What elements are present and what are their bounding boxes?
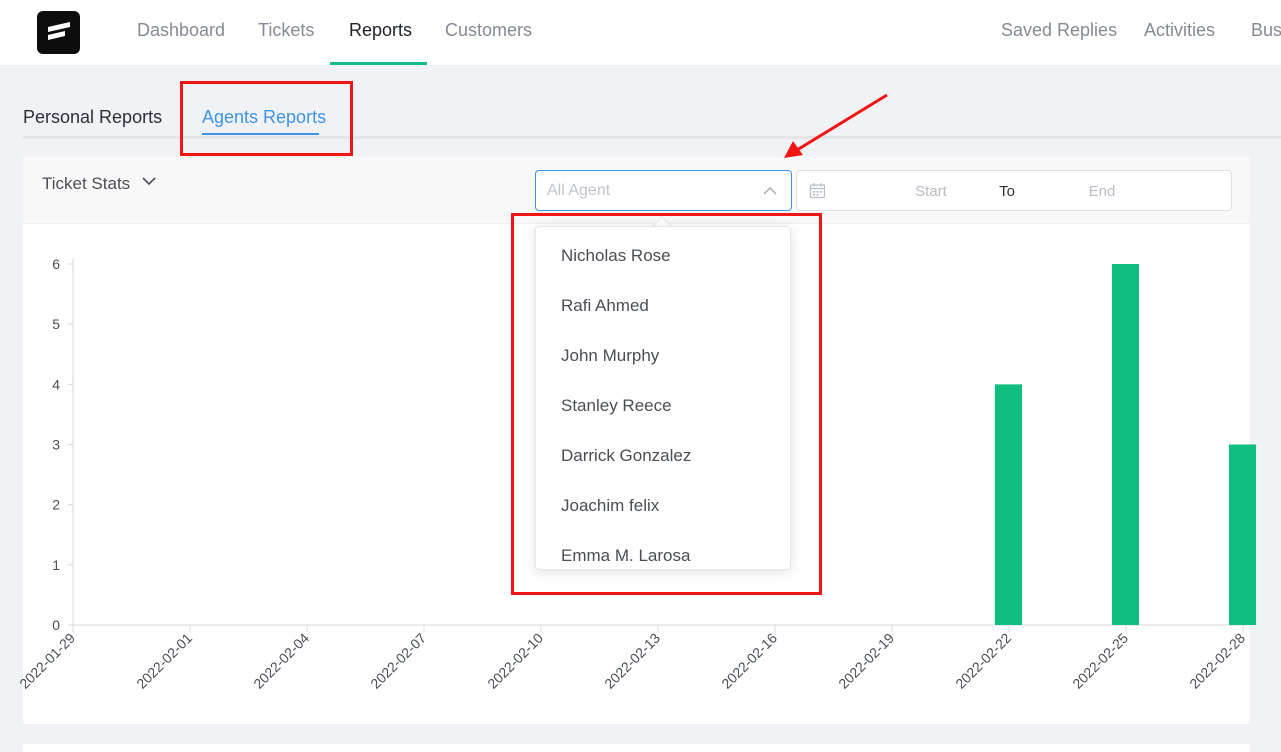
- chevron-up-icon[interactable]: [763, 184, 777, 198]
- y-tick-label: 5: [52, 316, 60, 332]
- highlight-box-dropdown: [511, 213, 822, 595]
- x-tick-label: 2022-02-07: [367, 630, 429, 692]
- agent-select[interactable]: [535, 170, 792, 211]
- date-range-picker[interactable]: Start To End: [796, 170, 1232, 211]
- y-tick-label: 1: [52, 557, 60, 573]
- next-card-edge: [23, 744, 1250, 752]
- bar-2022-02-28: [1229, 444, 1256, 625]
- bar-2022-02-22: [995, 384, 1022, 625]
- x-tick-label: 2022-01-29: [16, 630, 78, 692]
- y-tick-label: 2: [52, 497, 60, 513]
- y-tick-label: 6: [52, 256, 60, 272]
- start-date-input[interactable]: Start: [881, 183, 981, 200]
- y-tick-label: 0: [52, 617, 60, 633]
- end-date-input[interactable]: End: [1052, 183, 1152, 200]
- calendar-icon: [809, 183, 826, 199]
- x-tick-label: 2022-02-22: [952, 630, 1014, 692]
- x-tick-label: 2022-02-13: [601, 630, 663, 692]
- x-tick-label: 2022-02-04: [250, 630, 312, 692]
- x-tick-label: 2022-02-16: [718, 630, 780, 692]
- x-tick-label: 2022-02-01: [133, 630, 195, 692]
- y-tick-label: 4: [52, 376, 60, 392]
- highlight-box-agents-tab: [180, 81, 353, 156]
- agent-select-input[interactable]: [547, 180, 747, 202]
- x-tick-label: 2022-02-19: [835, 630, 897, 692]
- x-tick-label: 2022-02-28: [1186, 630, 1248, 692]
- x-tick-label: 2022-02-10: [484, 630, 546, 692]
- y-tick-label: 3: [52, 437, 60, 453]
- bar-2022-02-25: [1112, 264, 1139, 625]
- date-range-separator: To: [999, 183, 1015, 200]
- x-tick-label: 2022-02-25: [1069, 630, 1131, 692]
